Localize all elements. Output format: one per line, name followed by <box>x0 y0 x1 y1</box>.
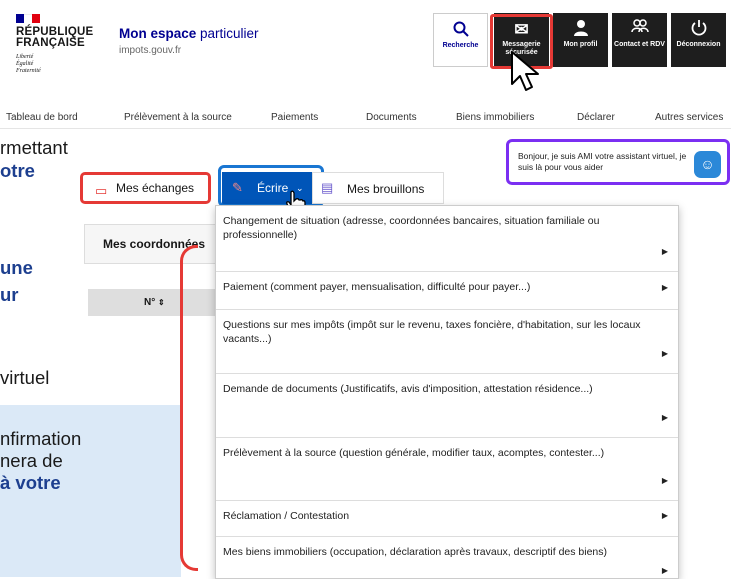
nav-autres-services[interactable]: Autres services <box>655 112 723 123</box>
recherche-label: Recherche <box>442 42 479 49</box>
caret-right-icon: ▶ <box>661 476 668 485</box>
menu-item-biens-immobiliers[interactable]: Mes biens immobiliers (occupation, décla… <box>216 537 678 578</box>
flag-blue <box>16 14 24 23</box>
chatbot-icon[interactable]: ☺ <box>694 151 721 178</box>
cursor-arrow-icon <box>511 51 539 91</box>
nav-documents[interactable]: Documents <box>366 112 417 123</box>
chat-bubble-icon: ▭ <box>95 183 108 198</box>
menu-item-label: Changement de situation (adresse, coordo… <box>223 215 600 241</box>
menu-item-prelevement-source[interactable]: Prélèvement à la source (question généra… <box>216 438 678 501</box>
site-name-bold: Mon espace <box>119 26 197 41</box>
menu-highlight-brace <box>180 245 198 571</box>
left-text-line5: virtuel <box>0 367 50 388</box>
power-icon <box>671 19 726 41</box>
profil-label: Mon profil <box>563 41 598 48</box>
tab-mes-brouillons-label: Mes brouillons <box>347 182 425 196</box>
menu-item-demande-documents[interactable]: Demande de documents (Justificatifs, avi… <box>216 374 678 438</box>
nav-tableau-de-bord[interactable]: Tableau de bord <box>6 112 78 123</box>
site-name-rest: particulier <box>196 26 259 41</box>
caret-right-icon: ▶ <box>661 247 668 256</box>
francaise-text: FRANÇAISE <box>16 37 85 49</box>
chatbot-greeting: Bonjour, je suis AMI votre assistant vir… <box>518 151 687 172</box>
caret-right-icon: ▶ <box>661 283 668 292</box>
caret-right-icon: ▶ <box>661 511 668 520</box>
left-text-line2: otre <box>0 160 35 181</box>
devise-egalite: Égalité <box>16 61 34 67</box>
users-icon <box>612 19 667 41</box>
menu-item-paiement[interactable]: Paiement (comment payer, mensualisation,… <box>216 272 678 310</box>
profil-button[interactable]: Mon profil <box>553 13 608 67</box>
table-header-label: N° <box>144 297 156 308</box>
site-url: impots.gouv.fr <box>119 45 182 56</box>
menu-item-label: Paiement (comment payer, mensualisation,… <box>223 281 531 293</box>
nav-divider <box>0 128 731 129</box>
left-text-line4: ur <box>0 284 19 305</box>
nav-paiements[interactable]: Paiements <box>271 112 318 123</box>
deconnexion-label: Déconnexion <box>676 41 721 48</box>
menu-item-label: Questions sur mes impôts (impôt sur le r… <box>223 319 641 345</box>
flag-white <box>24 14 32 23</box>
document-icon: ▤ <box>321 180 334 195</box>
devise-liberte: Liberté <box>16 54 34 60</box>
user-icon <box>553 19 608 41</box>
left-text-line6: nfirmation <box>0 428 82 449</box>
tab-mes-echanges-label: Mes échanges <box>116 181 195 195</box>
menu-item-changement-situation[interactable]: Changement de situation (adresse, coordo… <box>216 206 678 272</box>
contact-label: Contact et RDV <box>614 41 665 48</box>
tab-mes-echanges[interactable]: ▭ Mes échanges <box>80 172 211 204</box>
tab-mes-brouillons[interactable]: ▤ Mes brouillons <box>312 172 444 204</box>
contact-button[interactable]: Contact et RDV <box>612 13 667 67</box>
caret-right-icon: ▶ <box>661 566 668 575</box>
menu-item-label: Mes biens immobiliers (occupation, décla… <box>223 546 608 558</box>
caret-right-icon: ▶ <box>661 413 668 422</box>
caret-right-icon: ▶ <box>661 349 668 358</box>
ecrire-dropdown-menu: Changement de situation (adresse, coordo… <box>215 205 679 579</box>
flag-red <box>32 14 40 23</box>
ecrire-highlight-frame <box>218 165 324 207</box>
nav-prelevement[interactable]: Prélèvement à la source <box>124 112 232 123</box>
menu-item-label: Prélèvement à la source (question généra… <box>223 447 605 459</box>
devise-fraternite: Fraternité <box>16 68 41 74</box>
nav-declarer[interactable]: Déclarer <box>577 112 615 123</box>
menu-item-questions-impots[interactable]: Questions sur mes impôts (impôt sur le r… <box>216 310 678 374</box>
left-text-line8: à votre <box>0 472 61 493</box>
left-text-line1: rmettant <box>0 137 68 158</box>
devise: Liberté Égalité Fraternité <box>16 54 41 75</box>
search-icon <box>434 20 487 42</box>
sort-icon: ⇕ <box>158 298 165 307</box>
republique-logo-text[interactable]: RÉPUBLIQUE FRANÇAISE <box>16 26 93 49</box>
nav-biens-immobiliers[interactable]: Biens immobiliers <box>456 112 534 123</box>
left-text-line3: une <box>0 257 33 278</box>
recherche-button[interactable]: Recherche <box>433 13 488 67</box>
menu-item-label: Demande de documents (Justificatifs, avi… <box>223 383 593 395</box>
site-name[interactable]: Mon espace particulier <box>119 26 259 41</box>
deconnexion-button[interactable]: Déconnexion <box>671 13 726 67</box>
left-text-line7: nera de <box>0 450 63 471</box>
menu-item-reclamation[interactable]: Réclamation / Contestation ▶ <box>216 501 678 537</box>
main-nav: Tableau de bord Prélèvement à la source … <box>0 112 731 126</box>
menu-item-label: Réclamation / Contestation <box>223 510 350 522</box>
